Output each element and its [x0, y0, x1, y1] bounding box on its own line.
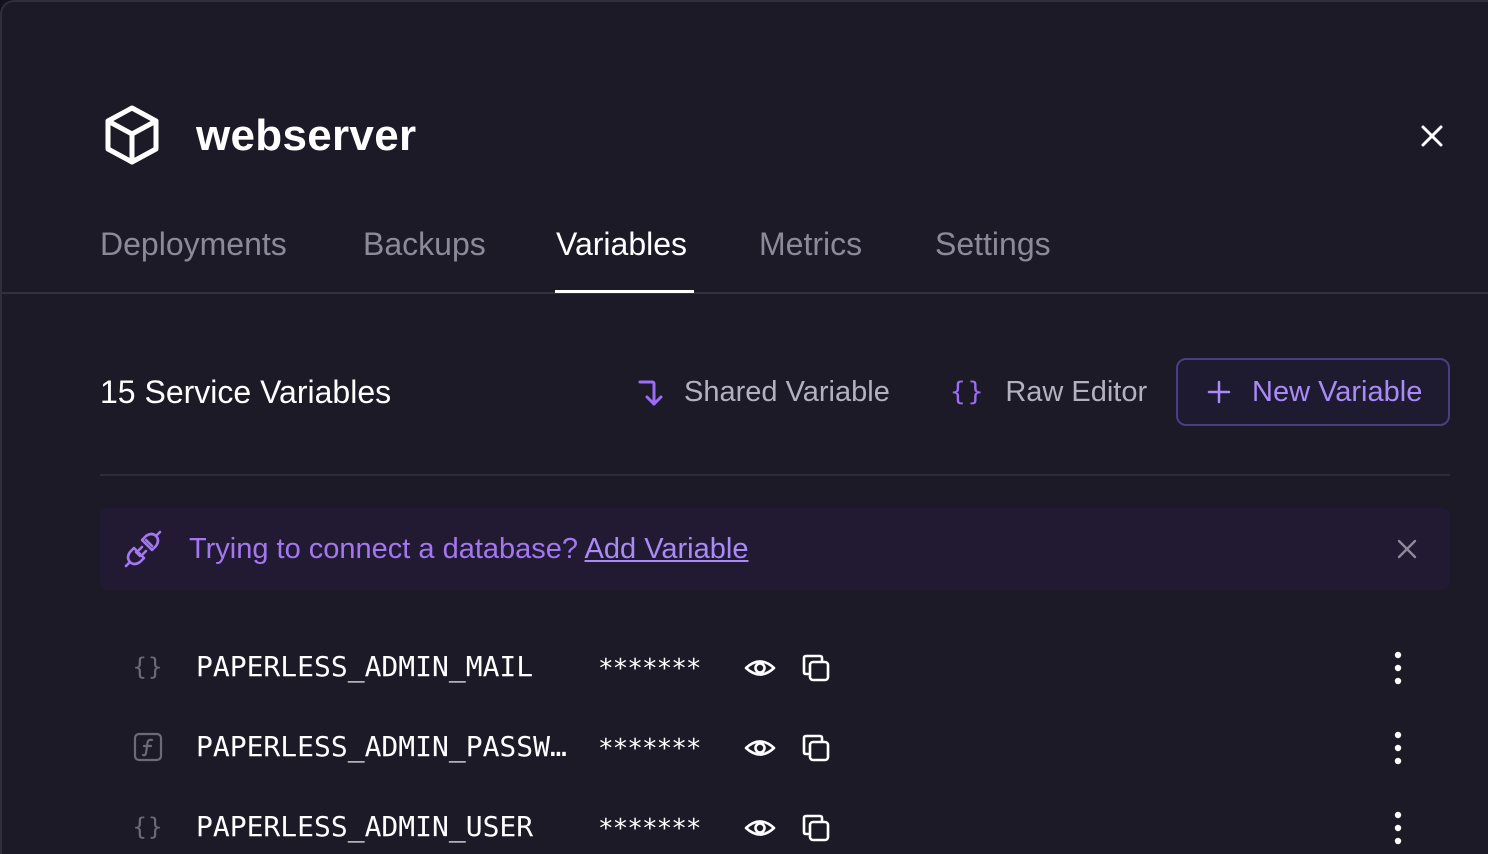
cube-icon: [102, 104, 162, 166]
close-icon: [1421, 125, 1443, 147]
variable-row[interactable]: PAPERLESS_ADMIN_PASSW… *******: [100, 712, 1450, 782]
copy-icon[interactable]: [800, 732, 832, 764]
copy-icon[interactable]: [800, 812, 832, 844]
variable-name[interactable]: PAPERLESS_ADMIN_MAIL: [196, 648, 533, 686]
tab-variables[interactable]: Variables: [556, 224, 687, 264]
tab-backups[interactable]: Backups: [363, 224, 486, 264]
banner-message: Trying to connect a database? Add Variab…: [189, 530, 748, 568]
variable-value[interactable]: *******: [598, 730, 702, 768]
service-title: webserver: [196, 111, 417, 160]
eye-icon[interactable]: [744, 812, 776, 844]
tab-metrics[interactable]: Metrics: [759, 224, 862, 264]
raw-editor-button[interactable]: {} Raw Editor: [950, 372, 1147, 412]
copy-icon[interactable]: [800, 652, 832, 684]
braces-icon: {}: [132, 653, 164, 681]
active-tab-indicator: [555, 290, 694, 293]
shared-variable-label: Shared Variable: [684, 375, 890, 408]
variable-value[interactable]: *******: [598, 810, 702, 848]
service-panel: webserver Deployments Backups Variables …: [0, 0, 1488, 854]
variable-row[interactable]: {} PAPERLESS_ADMIN_USER *******: [100, 792, 1450, 854]
more-options-icon[interactable]: [1382, 810, 1414, 846]
database-hint-banner: Trying to connect a database? Add Variab…: [100, 508, 1450, 590]
more-options-icon[interactable]: [1382, 730, 1414, 766]
more-options-icon[interactable]: [1382, 650, 1414, 686]
variable-name[interactable]: PAPERLESS_ADMIN_USER: [196, 808, 533, 846]
banner-text: Trying to connect a database?: [189, 533, 579, 565]
variables-count: 15 Service Variables: [100, 374, 392, 410]
variable-value[interactable]: *******: [598, 650, 702, 688]
plug-connect-icon: [124, 530, 162, 568]
braces-icon: {}: [132, 813, 164, 841]
variable-name[interactable]: PAPERLESS_ADMIN_PASSW…: [196, 728, 567, 766]
raw-editor-label: Raw Editor: [1005, 375, 1148, 408]
service-tabs: Deployments Backups Variables Metrics Se…: [2, 216, 1488, 294]
section-divider: [100, 474, 1450, 476]
shared-variable-button[interactable]: Shared Variable: [636, 372, 890, 412]
dismiss-banner-button[interactable]: [1392, 534, 1422, 564]
add-variable-link[interactable]: Add Variable: [585, 533, 749, 565]
corner-down-right-icon: [638, 380, 663, 406]
close-icon: [1397, 539, 1417, 559]
eye-icon[interactable]: [744, 732, 776, 764]
variable-row[interactable]: {} PAPERLESS_ADMIN_MAIL *******: [100, 632, 1450, 702]
eye-icon[interactable]: [744, 652, 776, 684]
close-panel-button[interactable]: [1414, 118, 1450, 154]
new-variable-button[interactable]: New Variable: [1176, 358, 1450, 426]
new-variable-label: New Variable: [1252, 375, 1423, 408]
braces-icon: {}: [950, 377, 986, 407]
function-icon: [132, 730, 164, 764]
tab-settings[interactable]: Settings: [935, 224, 1051, 264]
plus-icon: [1207, 380, 1231, 404]
tab-deployments[interactable]: Deployments: [100, 224, 287, 264]
